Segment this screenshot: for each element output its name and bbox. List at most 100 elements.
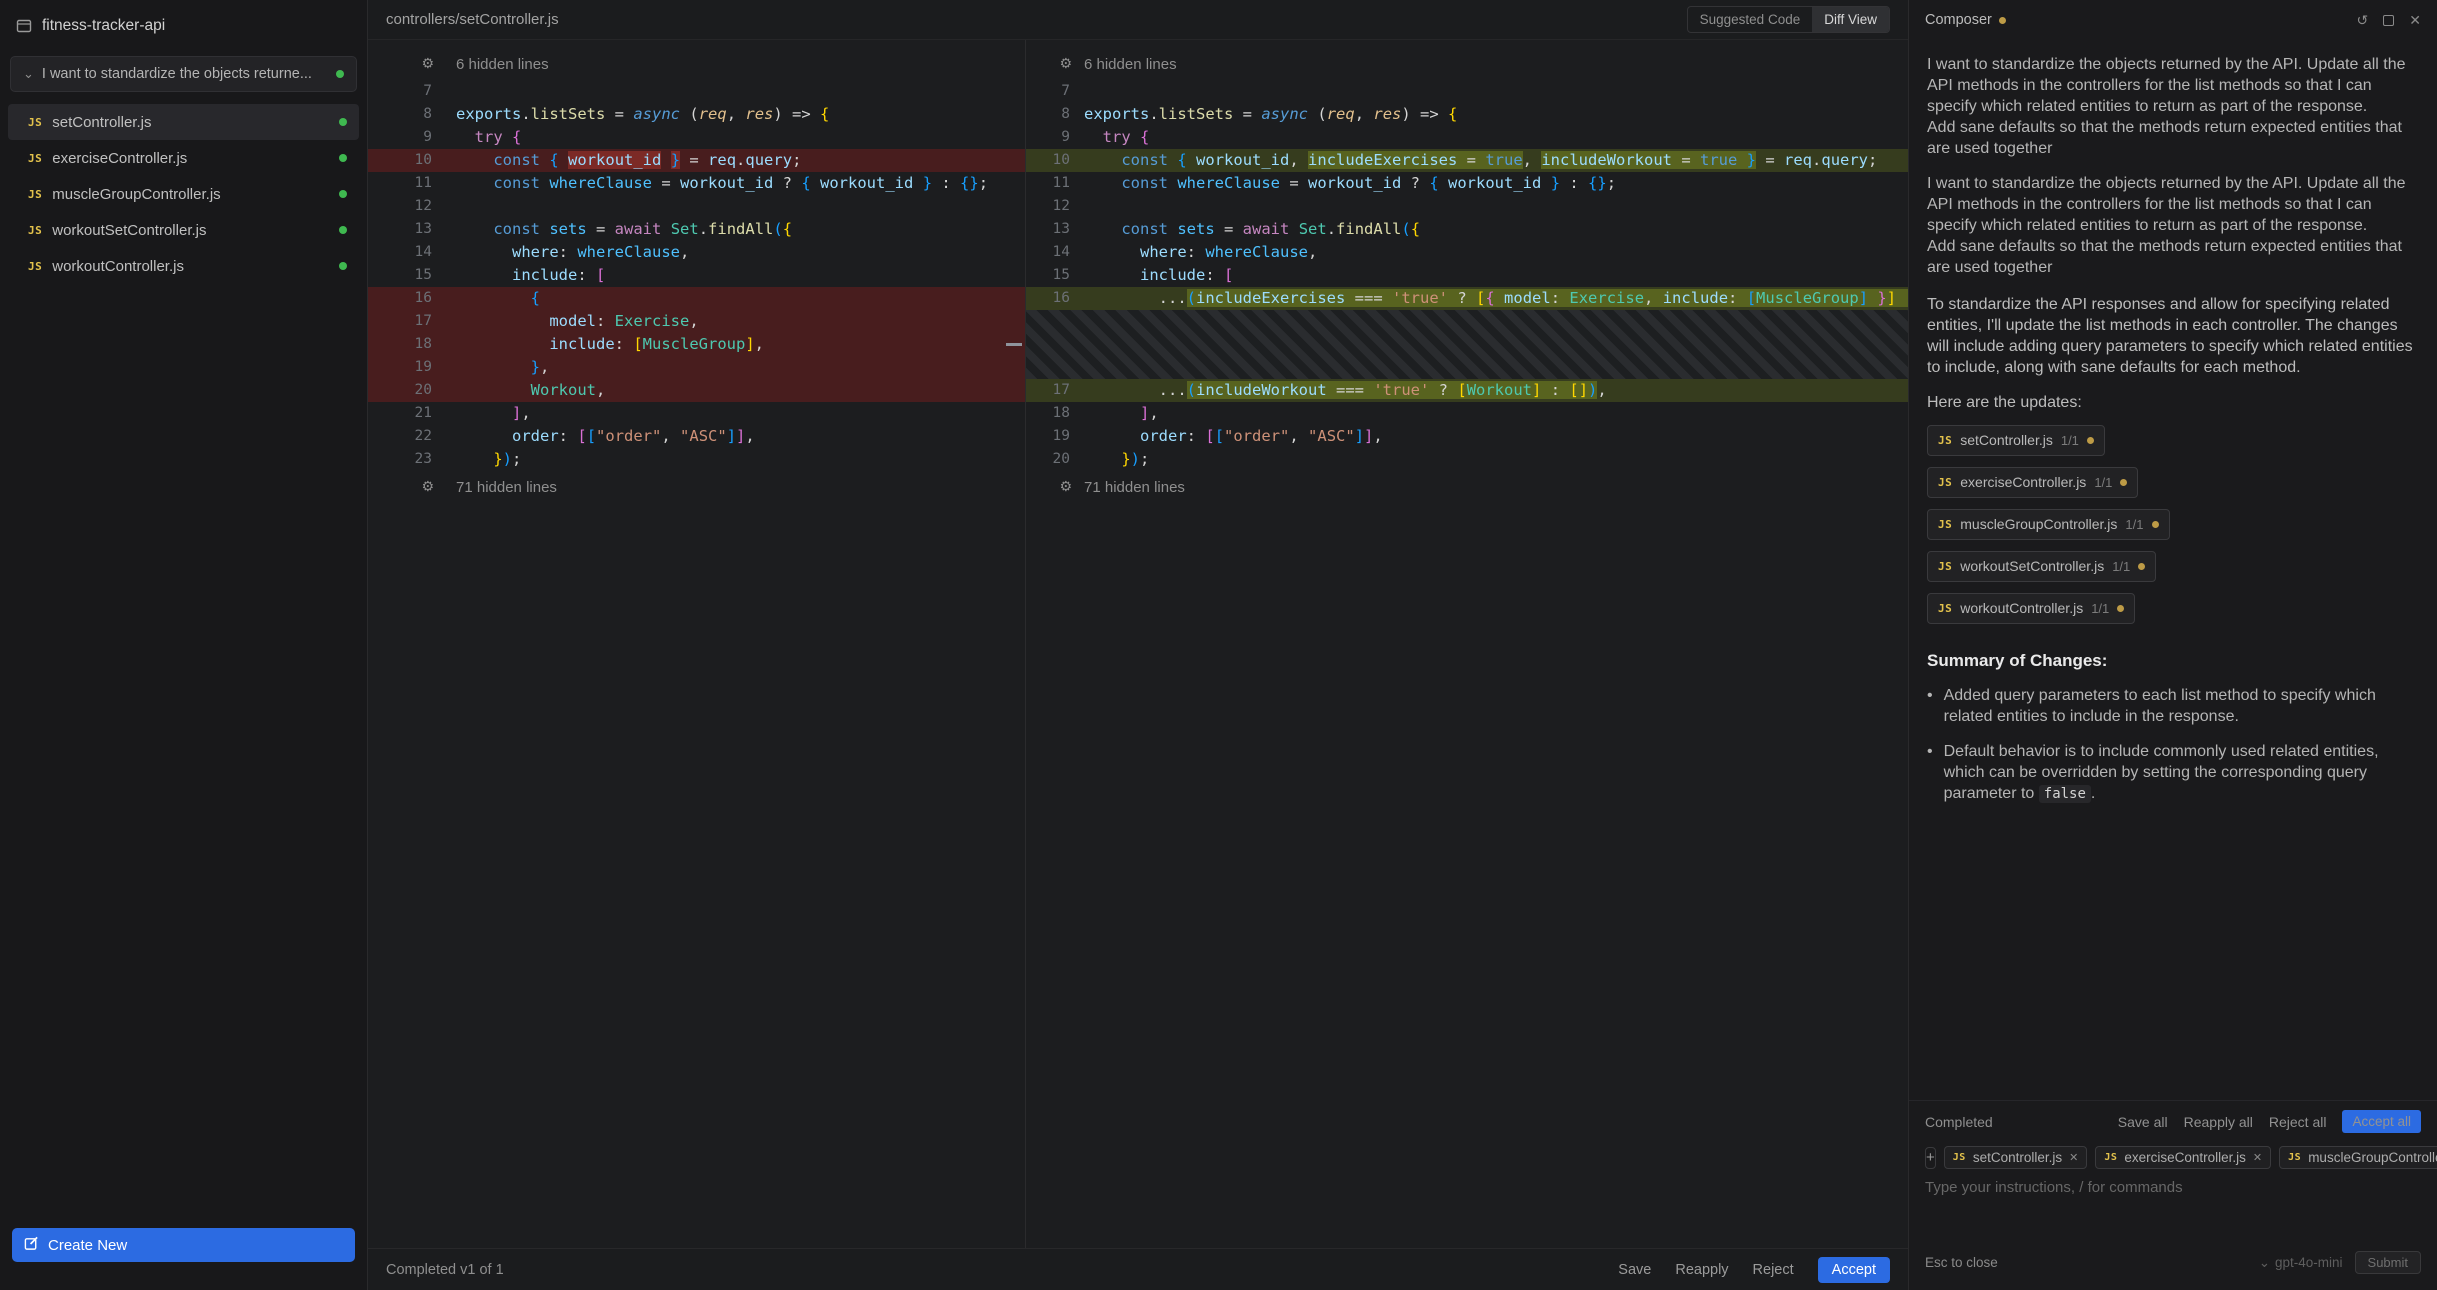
hidden-lines-top[interactable]: ⚙6 hidden lines [368,48,1025,80]
diff-view-toggle[interactable]: Diff View [1812,7,1889,32]
change-indicator-dot [336,70,344,78]
code-line: 16 ...(includeExercises === 'true' ? [{ … [1026,287,1908,310]
code-line: 9 try { [1026,126,1908,149]
add-context-button[interactable]: + [1925,1147,1936,1169]
code-line: 17 model: Exercise, [368,310,1025,333]
file-tab[interactable]: controllers/setController.js [368,0,577,39]
composer-status-row: Completed Save all Reapply all Reject all A… [1909,1100,2437,1142]
reject-button[interactable]: Reject [1753,1262,1794,1278]
chip-file-name: exerciseController.js [2124,1150,2246,1165]
pending-dot [2152,521,2159,528]
code-text: const sets = await Set.findAll({ [1084,218,1908,241]
code-text: model: Exercise, [456,310,1025,333]
gear-icon: ⚙ [1026,56,1084,72]
hidden-lines-label: 71 hidden lines [1084,479,1185,496]
code-text: const whereClause = workout_id ? { worko… [456,172,1025,195]
context-chip[interactable]: JSexerciseController.js✕ [2095,1146,2271,1169]
close-icon[interactable]: ✕ [2409,13,2421,27]
line-number: 23 [368,448,456,471]
bullet-segment: Added query parameters to each list meth… [1944,687,2376,725]
context-chip[interactable]: JSsetController.js✕ [1944,1146,2088,1169]
create-new-label: Create New [48,1237,127,1254]
maximize-icon[interactable] [2383,15,2394,26]
context-chip[interactable]: JSmuscleGroupController.js✕ [2279,1146,2437,1169]
composer-title: Composer [1925,12,1992,28]
chevron-down-icon: ⌄ [23,66,34,82]
create-new-button[interactable]: Create New [12,1228,355,1262]
line-number: 7 [368,80,456,103]
save-all-button[interactable]: Save all [2118,1114,2168,1130]
accept-all-button[interactable]: Accept all [2342,1110,2421,1133]
gear-icon: ⚙ [1026,479,1084,495]
reapply-button[interactable]: Reapply [1675,1262,1728,1278]
line-number: 18 [1026,402,1084,425]
hidden-lines-label: 6 hidden lines [456,56,549,73]
code-line: 16 { [368,287,1025,310]
code-line: 23 }); [368,448,1025,471]
save-button[interactable]: Save [1618,1262,1651,1278]
model-selector[interactable]: ⌄ gpt-4o-mini [2259,1255,2343,1271]
js-file-icon: JS [1953,1152,1966,1163]
remove-chip-icon[interactable]: ✕ [2253,1151,2262,1164]
history-icon[interactable]: ↺ [2357,13,2369,27]
chat-session-item[interactable]: ⌄ I want to standardize the objects retu… [10,56,357,92]
update-file-chip[interactable]: JSmuscleGroupController.js1/1 [1927,509,2170,540]
update-file-chip[interactable]: JSexerciseController.js1/1 [1927,467,2138,498]
sidebar-item-muscleGroupController[interactable]: JSmuscleGroupController.js [8,176,359,212]
reject-all-button[interactable]: Reject all [2269,1114,2327,1130]
sidebar: fitness-tracker-api ⌄ I want to standard… [0,0,368,1290]
code-text: { [456,287,1025,310]
js-file-icon: JS [28,224,42,237]
code-line: 10 const { workout_id, includeExercises … [1026,149,1908,172]
js-file-icon: JS [28,188,42,201]
sidebar-item-workoutController[interactable]: JSworkoutController.js [8,248,359,284]
update-file-chip[interactable]: JSsetController.js1/1 [1927,425,2105,456]
composer-status: Completed [1925,1114,1993,1130]
code-line: 18 include: [MuscleGroup], [368,333,1025,356]
composer-input-area[interactable] [1925,1179,2421,1241]
js-file-icon: JS [1938,472,1952,493]
code-text: const { workout_id, includeExercises = t… [1084,149,1908,172]
code-text: include: [ [1084,264,1908,287]
code-text: order: [["order", "ASC"]], [1084,425,1908,448]
diff-pane-original: ⚙6 hidden lines78exports.listSets = asyn… [368,40,1026,1248]
tab-bar: controllers/setController.js Suggested C… [368,0,1908,40]
message-paragraph: I want to standardize the objects return… [1927,173,2419,236]
suggested-code-toggle[interactable]: Suggested Code [1688,7,1813,32]
file-name: muscleGroupController.js [1960,514,2117,535]
app-window: fitness-tracker-api ⌄ I want to standard… [0,0,2437,1290]
file-name: workoutSetController.js [1960,556,2104,577]
summary-title: Summary of Changes: [1927,650,2419,671]
remove-chip-icon[interactable]: ✕ [2069,1151,2078,1164]
hidden-lines-bottom[interactable]: ⚙71 hidden lines [1026,471,1908,503]
code-text: where: whereClause, [456,241,1025,264]
reapply-all-button[interactable]: Reapply all [2184,1114,2253,1130]
composer-input[interactable] [1925,1179,2421,1196]
file-name: exerciseController.js [52,150,187,167]
composer-body: I want to standardize the objects return… [1909,40,2437,1100]
hidden-lines-top[interactable]: ⚙6 hidden lines [1026,48,1908,80]
update-file-chip[interactable]: JSworkoutController.js1/1 [1927,593,2135,624]
code-text: order: [["order", "ASC"]], [456,425,1025,448]
code-line: 12 [1026,195,1908,218]
line-number: 7 [1026,80,1084,103]
accept-button[interactable]: Accept [1818,1257,1890,1283]
code-line: 19 order: [["order", "ASC"]], [1026,425,1908,448]
submit-button[interactable]: Submit [2355,1251,2421,1274]
code-text: where: whereClause, [1084,241,1908,264]
diff-status-bar: Completed v1 of 1 SaveReapplyRejectAccep… [368,1248,1908,1290]
diff-actions: Save Reapply Reject Accept [1618,1257,1890,1283]
model-name: gpt-4o-mini [2275,1255,2343,1270]
gear-icon: ⚙ [368,56,456,72]
line-number: 21 [368,402,456,425]
code-text: ...(includeExercises === 'true' ? [{ mod… [1084,287,1908,310]
hidden-lines-bottom[interactable]: ⚙71 hidden lines [368,471,1025,503]
bullet-text: Default behavior is to include commonly … [1944,741,2419,805]
sidebar-item-workoutSetController[interactable]: JSworkoutSetController.js [8,212,359,248]
line-number: 15 [368,264,456,287]
sidebar-item-exerciseController[interactable]: JSexerciseController.js [8,140,359,176]
update-file-chip[interactable]: JSworkoutSetController.js1/1 [1927,551,2156,582]
project-header: fitness-tracker-api [0,0,367,52]
sidebar-item-setController[interactable]: JSsetController.js [8,104,359,140]
assistant-message: To standardize the API responses and all… [1927,294,2419,378]
